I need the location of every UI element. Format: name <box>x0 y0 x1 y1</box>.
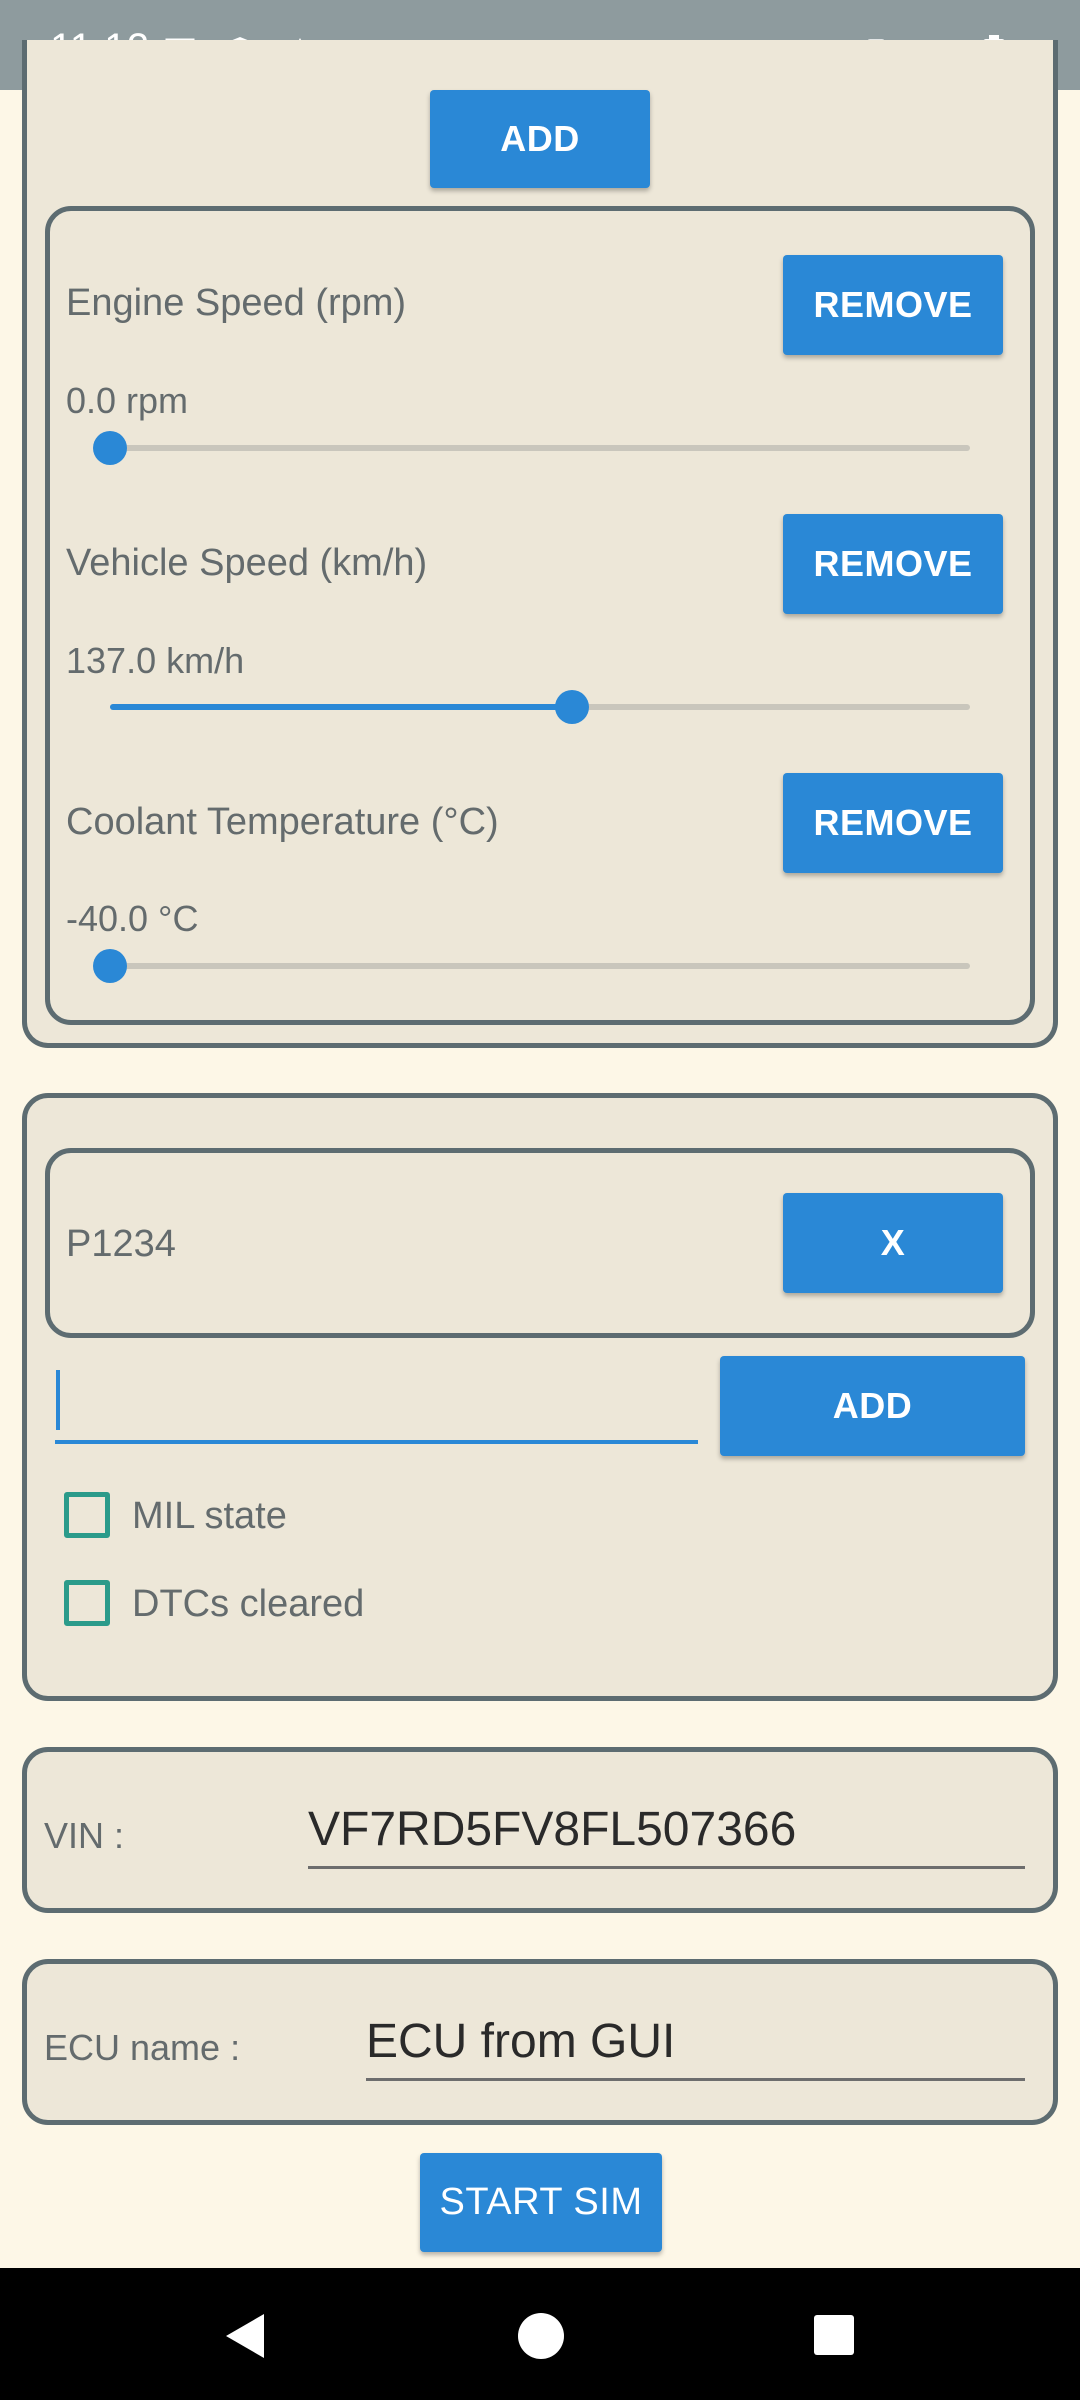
pid-value-vehicle-speed: 137.0 km/h <box>66 640 245 681</box>
home-icon[interactable] <box>517 2312 565 2360</box>
remove-dtc-button[interactable]: X <box>783 1193 1003 1293</box>
ecu-name-input[interactable]: ECU from GUI <box>366 2014 675 2069</box>
pid-name-vehicle-speed: Vehicle Speed (km/h) <box>66 542 428 584</box>
dtc-code-label: P1234 <box>66 1223 176 1265</box>
recents-icon[interactable] <box>813 2314 855 2356</box>
slider-track[interactable] <box>110 963 970 969</box>
slider-track[interactable] <box>110 445 970 451</box>
ecu-name-label: ECU name : <box>44 2027 241 2068</box>
dtc-code-input[interactable] <box>55 1360 698 1444</box>
vin-label: VIN : <box>44 1815 125 1856</box>
pid-value-engine-speed: 0.0 rpm <box>66 380 189 421</box>
pid-name-engine-speed: Engine Speed (rpm) <box>66 282 407 324</box>
start-sim-button[interactable]: START SIM <box>420 2153 662 2252</box>
slider-thumb[interactable] <box>93 431 127 465</box>
vin-input[interactable]: VF7RD5FV8FL507366 <box>308 1802 796 1857</box>
dtcs-cleared-label: DTCs cleared <box>132 1583 365 1625</box>
slider-fill <box>110 704 572 710</box>
remove-engine-speed-button[interactable]: REMOVE <box>783 255 1003 355</box>
add-pid-button[interactable]: ADD <box>430 90 650 188</box>
remove-vehicle-speed-button[interactable]: REMOVE <box>783 514 1003 614</box>
dtcs-cleared-checkbox[interactable] <box>64 1580 110 1626</box>
remove-coolant-temperature-button[interactable]: REMOVE <box>783 773 1003 873</box>
back-icon[interactable] <box>222 2312 268 2360</box>
navigation-bar <box>0 2268 1080 2400</box>
vin-underline <box>308 1866 1025 1869</box>
add-dtc-button[interactable]: ADD <box>720 1356 1025 1456</box>
ecu-name-underline <box>366 2078 1025 2081</box>
pid-name-coolant-temperature: Coolant Temperature (°C) <box>66 801 499 843</box>
slider-thumb[interactable] <box>554 690 589 724</box>
slider-thumb[interactable] <box>93 949 127 983</box>
mil-state-checkbox[interactable] <box>64 1492 110 1538</box>
text-caret <box>56 1370 60 1430</box>
pid-value-coolant-temperature: -40.0 °C <box>66 898 199 939</box>
mil-state-label: MIL state <box>132 1495 287 1537</box>
